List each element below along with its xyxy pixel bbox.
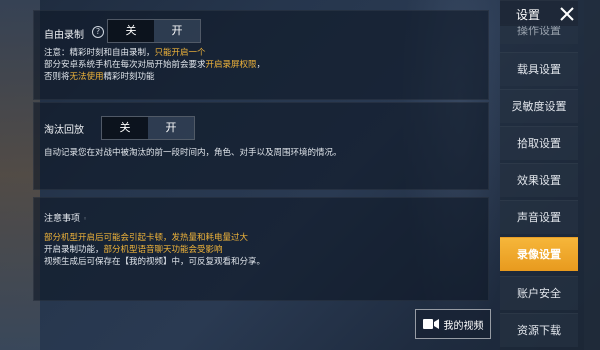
sidebar-item-sound[interactable]: 声音设置 (500, 200, 578, 234)
sidebar-item-sensitivity[interactable]: 灵敏度设置 (500, 89, 578, 123)
note-text: ， (256, 60, 266, 70)
free-record-on-option[interactable]: 开 (154, 20, 200, 42)
sidebar-item-account-security[interactable]: 账户安全 (500, 276, 578, 310)
notes-line2: 开启录制功能，部分机型语音聊天功能会受影响 (44, 244, 223, 256)
notes-title-mark: ◦ (83, 215, 88, 223)
free-record-off-option[interactable]: 关 (108, 20, 154, 42)
sidebar-item-pickup[interactable]: 拾取设置 (500, 126, 578, 160)
my-video-button[interactable]: 我的视频 (415, 309, 491, 339)
elim-replay-toggle: 关 开 (101, 116, 195, 140)
sidebar-item-effects[interactable]: 效果设置 (500, 163, 578, 197)
notes-title-text: 注意事项 (44, 214, 81, 224)
free-record-note-line1: 注意：精彩时刻和自由录制，只能开启一个 (44, 47, 206, 59)
sidebar-item-recording[interactable]: 录像设置 (500, 237, 578, 271)
notes-title: 注意事项 ◦ (44, 211, 87, 224)
my-video-label: 我的视频 (443, 320, 484, 332)
note-text: 部分安卓系统手机在每次对局开始前会要求 (44, 60, 206, 70)
settings-title: 设置 (516, 8, 541, 22)
note-highlight: 部分机型语音聊天功能会受影响 (103, 245, 223, 255)
close-button[interactable] (556, 2, 578, 26)
note-text: 精彩时刻功能 (103, 72, 155, 82)
close-icon (560, 7, 574, 21)
free-record-note-line2: 部分安卓系统手机在每次对局开始前会要求开启录屏权限， (44, 59, 265, 71)
notes-line1: 部分机型开启后可能会引起卡顿，发热量和耗电量过大 (44, 233, 249, 243)
note-highlight: 无法使用 (69, 72, 104, 82)
note-highlight: 开启录屏权限 (205, 60, 257, 70)
elim-replay-on-option[interactable]: 开 (148, 117, 194, 139)
note-text: 开启录制功能， (44, 245, 104, 255)
note-text: 否则将 (44, 72, 70, 82)
free-record-note-line3: 否则将无法使用精彩时刻功能 (44, 71, 155, 83)
sidebar-item-vehicle[interactable]: 载具设置 (500, 52, 578, 86)
video-camera-icon (422, 319, 439, 329)
elim-replay-description: 自动记录您在对战中被淘汰的前一段时间内，角色、对手以及周围环境的情况。 (44, 148, 342, 158)
note-highlight: 只能开启一个 (154, 48, 206, 58)
sidebar-item-controls[interactable]: 操作设置 (500, 24, 578, 44)
note-text: 注意：精彩时刻和自由录制， (44, 48, 155, 58)
elim-replay-label: 淘汰回放 (44, 125, 84, 136)
sidebar-scroll-rail[interactable] (584, 0, 600, 350)
sidebar-item-resource-download[interactable]: 资源下载 (500, 313, 578, 347)
free-record-toggle: 关 开 (107, 19, 201, 43)
notes-line3: 视频生成后可保存在【我的视频】中，可反复观看和分享。 (44, 257, 266, 267)
free-record-label: 自由录制 (44, 30, 84, 41)
help-icon[interactable]: ? (92, 26, 104, 38)
elim-replay-off-option[interactable]: 关 (102, 117, 148, 139)
